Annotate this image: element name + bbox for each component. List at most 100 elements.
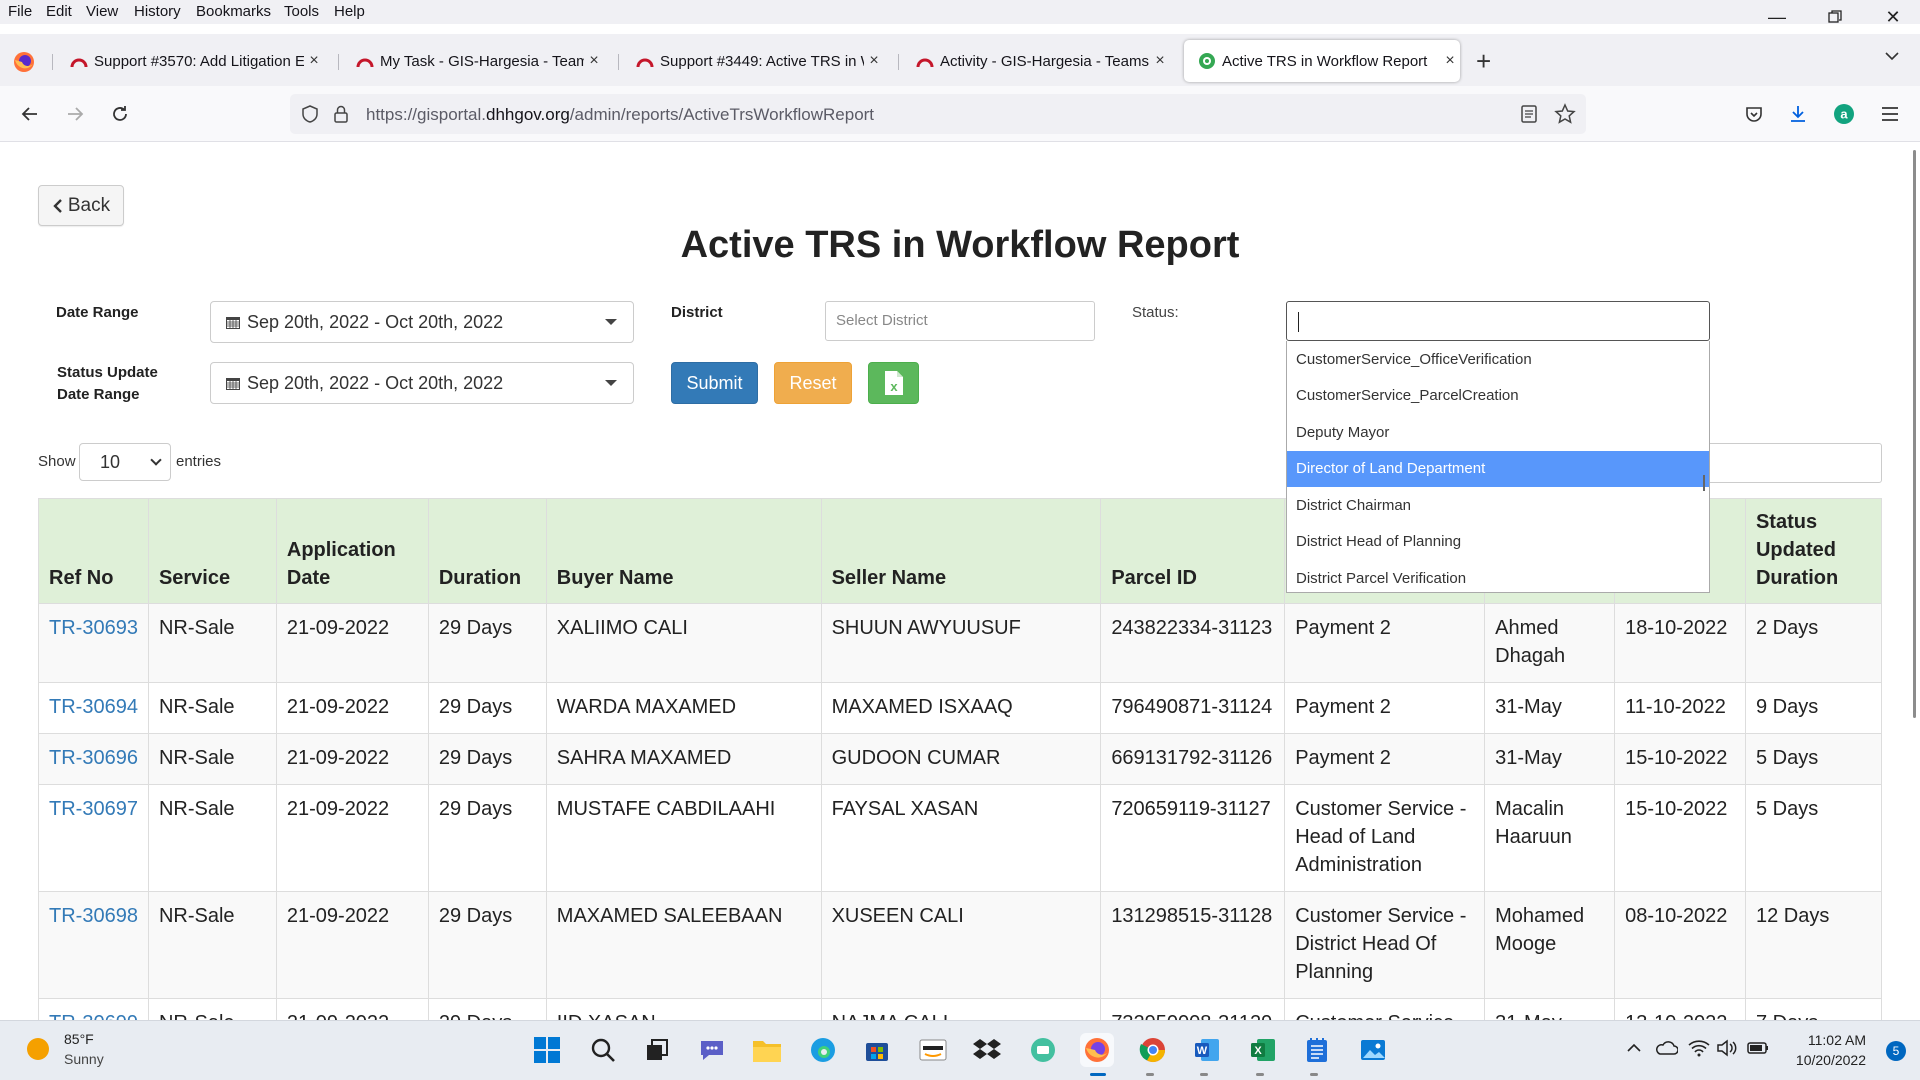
close-tab-icon[interactable]: ×	[1440, 52, 1460, 70]
menu-edit[interactable]: Edit	[46, 3, 72, 20]
close-window-icon[interactable]: ✕	[1870, 0, 1916, 34]
url-bar[interactable]: https://gisportal.dhhgov.org/admin/repor…	[290, 94, 1586, 134]
cell-ref[interactable]: TR-30697	[38, 784, 149, 892]
status-search-input[interactable]	[1286, 301, 1710, 341]
firefox-view-icon[interactable]	[12, 50, 36, 79]
cell-duration: 29 Days	[427, 682, 547, 734]
dropdown-scrollbar[interactable]	[1703, 475, 1705, 491]
teams-chat-icon[interactable]	[695, 1033, 729, 1067]
menu-file[interactable]: File	[8, 3, 32, 20]
hamburger-menu-icon[interactable]	[1876, 100, 1904, 128]
header-application-date[interactable]: Application Date	[275, 498, 429, 604]
search-icon[interactable]	[586, 1033, 620, 1067]
new-tab-button[interactable]: +	[1476, 46, 1491, 77]
cell-ref[interactable]: TR-30698	[38, 891, 149, 999]
tab-active-trs-report[interactable]: Active TRS in Workflow Report ×	[1184, 40, 1460, 82]
microsoft-store-icon[interactable]	[860, 1033, 894, 1067]
file-explorer-icon[interactable]	[750, 1033, 784, 1067]
cell-app-date: 21-09-2022	[275, 682, 429, 734]
notification-badge[interactable]: 5	[1886, 1041, 1906, 1061]
export-excel-button[interactable]: x	[868, 362, 919, 404]
header-ref-no[interactable]: Ref No	[38, 498, 149, 604]
dropbox-icon[interactable]	[970, 1033, 1004, 1067]
weather-temperature[interactable]: 85°F	[64, 1031, 94, 1047]
reload-icon[interactable]	[106, 100, 134, 128]
header-status-updated-duration[interactable]: Status Updated Duration	[1744, 498, 1883, 604]
date-range-picker[interactable]: Sep 20th, 2022 - Oct 20th, 2022	[210, 301, 634, 343]
status-option[interactable]: Director of Land Department	[1287, 450, 1709, 487]
restore-icon[interactable]	[1812, 0, 1858, 34]
battery-icon[interactable]	[1746, 1040, 1770, 1061]
messaging-app-icon[interactable]	[1026, 1033, 1060, 1067]
volume-icon[interactable]	[1716, 1039, 1738, 1062]
amazon-icon[interactable]	[916, 1033, 950, 1067]
downloads-icon[interactable]	[1784, 100, 1812, 128]
menu-view[interactable]: View	[86, 3, 118, 20]
pocket-icon[interactable]	[1740, 100, 1768, 128]
header-duration[interactable]: Duration	[427, 498, 547, 604]
header-service[interactable]: Service	[147, 498, 277, 604]
menu-help[interactable]: Help	[334, 3, 365, 20]
status-option[interactable]: CustomerService_ParcelCreation	[1287, 378, 1709, 415]
tab-activity[interactable]: Activity - GIS-Hargesia - Teams ×	[902, 40, 1170, 82]
district-label: District	[671, 304, 723, 321]
status-option[interactable]: CustomerService_OfficeVerification	[1287, 341, 1709, 378]
reader-view-icon[interactable]	[1520, 104, 1538, 129]
close-tab-icon[interactable]: ×	[1150, 52, 1170, 70]
tab-label: Support #3570: Add Litigation E	[94, 52, 304, 70]
reset-button[interactable]: Reset	[774, 362, 852, 404]
header-seller-name[interactable]: Seller Name	[820, 498, 1102, 604]
cell-seller: FAYSAL XASAN	[820, 784, 1102, 892]
list-all-tabs-icon[interactable]	[1884, 48, 1900, 69]
svg-text:x: x	[890, 379, 898, 394]
status-update-date-picker[interactable]: Sep 20th, 2022 - Oct 20th, 2022	[210, 362, 634, 404]
onedrive-cloud-icon[interactable]	[1654, 1040, 1679, 1061]
cell-ref[interactable]: TR-30699	[38, 998, 149, 1020]
sun-weather-icon[interactable]	[26, 1037, 50, 1066]
word-icon[interactable]: W	[1190, 1033, 1224, 1067]
notepad-icon[interactable]	[1300, 1033, 1334, 1067]
header-buyer-name[interactable]: Buyer Name	[545, 498, 822, 604]
close-tab-icon[interactable]: ×	[304, 52, 324, 70]
status-option[interactable]: District Parcel Verification	[1287, 560, 1709, 592]
close-tab-icon[interactable]: ×	[864, 52, 884, 70]
menu-history[interactable]: History	[134, 3, 181, 20]
url-text[interactable]: https://gisportal.dhhgov.org/admin/repor…	[366, 105, 874, 125]
status-option[interactable]: District Head of Planning	[1287, 524, 1709, 561]
cell-duration: 29 Days	[427, 603, 547, 683]
task-view-icon[interactable]	[640, 1033, 674, 1067]
cell-ref[interactable]: TR-30693	[38, 603, 149, 683]
edge-browser-icon[interactable]	[806, 1033, 840, 1067]
menu-bookmarks[interactable]: Bookmarks	[196, 3, 271, 20]
tab-support-3449[interactable]: Support #3449: Active TRS in W ×	[622, 40, 884, 82]
chevron-up-icon[interactable]	[1626, 1041, 1642, 1060]
lock-icon[interactable]	[332, 104, 350, 129]
district-select[interactable]: Select District	[825, 301, 1095, 341]
entries-select[interactable]: 10	[79, 443, 171, 481]
system-clock[interactable]: 11:02 AM 10/20/2022	[1796, 1030, 1866, 1070]
minimize-icon[interactable]: —	[1754, 0, 1800, 34]
close-tab-icon[interactable]: ×	[584, 52, 604, 70]
tab-my-task[interactable]: My Task - GIS-Hargesia - Teams ×	[342, 40, 604, 82]
chrome-icon[interactable]	[1136, 1033, 1170, 1067]
tab-support-3570[interactable]: Support #3570: Add Litigation E ×	[56, 40, 324, 82]
header-parcel-id[interactable]: Parcel ID	[1100, 498, 1286, 604]
account-avatar-icon[interactable]: a	[1830, 100, 1858, 128]
photos-icon[interactable]	[1356, 1033, 1390, 1067]
cell-ref[interactable]: TR-30696	[38, 733, 149, 785]
windows-start-icon[interactable]	[530, 1033, 564, 1067]
firefox-taskbar-icon[interactable]	[1080, 1033, 1114, 1067]
status-option[interactable]: Deputy Mayor	[1287, 414, 1709, 451]
menu-tools[interactable]: Tools	[284, 3, 319, 20]
excel-icon[interactable]: X	[1246, 1033, 1280, 1067]
bookmark-star-icon[interactable]	[1554, 103, 1576, 130]
weather-description[interactable]: Sunny	[64, 1051, 104, 1067]
forward-arrow-icon[interactable]	[61, 100, 89, 128]
wifi-icon[interactable]	[1688, 1039, 1710, 1062]
cell-ref[interactable]: TR-30694	[38, 682, 149, 734]
submit-button[interactable]: Submit	[671, 362, 758, 404]
status-option[interactable]: District Chairman	[1287, 487, 1709, 524]
back-button[interactable]: Back	[38, 185, 124, 226]
back-arrow-icon[interactable]	[16, 100, 44, 128]
shield-icon[interactable]	[300, 104, 320, 129]
